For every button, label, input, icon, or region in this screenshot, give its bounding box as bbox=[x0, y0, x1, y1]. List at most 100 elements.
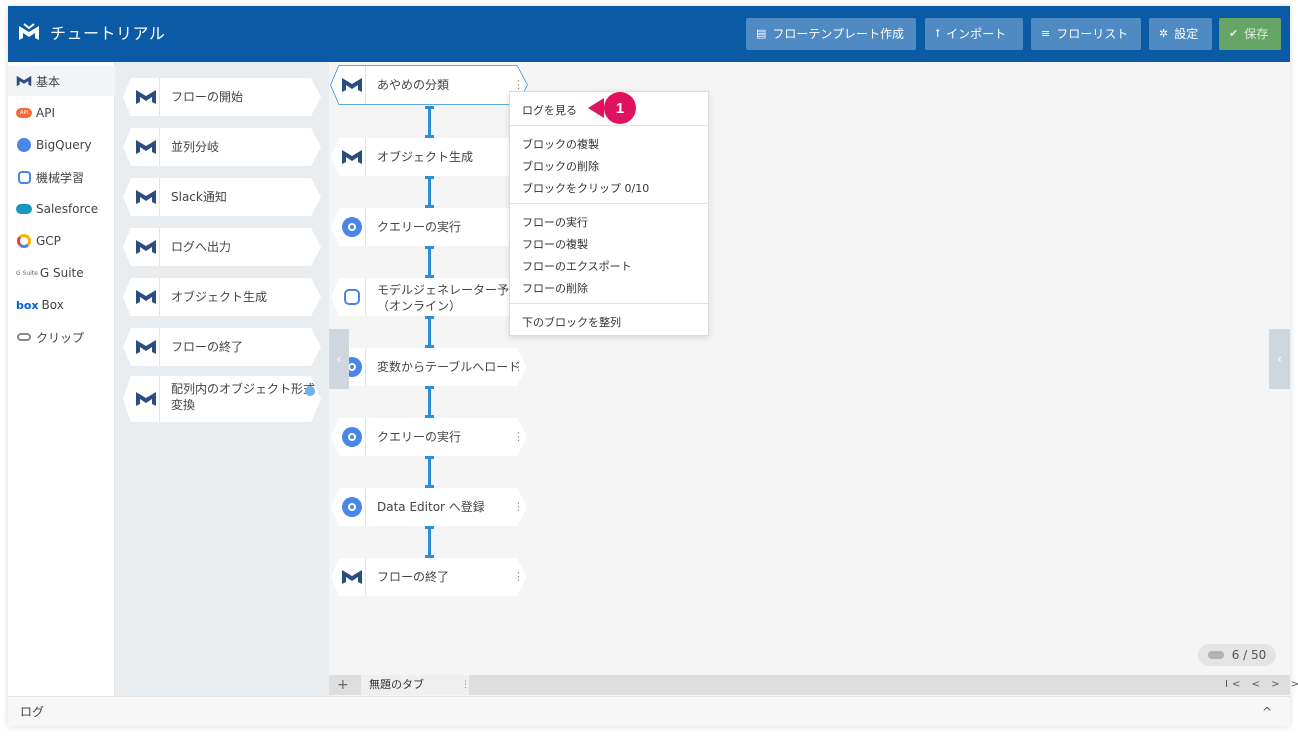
category-gcp[interactable]: GCP bbox=[8, 226, 115, 256]
menu-item-duplicate-block[interactable]: ブロックの複製 bbox=[522, 136, 599, 152]
category-basic[interactable]: 基本 bbox=[8, 66, 115, 96]
menu-item-duplicate-flow[interactable]: フローの複製 bbox=[522, 236, 588, 252]
flow-canvas: あやめの分類 ⋮ オブジェクト生成 ⋮ クエリーの実行 ⋮ モデルジェネレーター… bbox=[329, 62, 1290, 676]
tab-label: 無題のタブ bbox=[369, 678, 424, 691]
settings-button[interactable]: ✲ 設定 bbox=[1149, 18, 1212, 50]
flow-node-flow-end[interactable]: フローの終了 ⋮ bbox=[331, 558, 527, 596]
flow-node-query-run-2[interactable]: クエリーの実行 ⋮ bbox=[331, 418, 527, 456]
callout-marker-icon: 1 bbox=[588, 92, 636, 124]
api-cloud-icon: API bbox=[16, 105, 32, 121]
menu-item-clip-block[interactable]: ブロックをクリップ 0/10 bbox=[522, 180, 649, 196]
palette-block-flow-start[interactable]: フローの開始 bbox=[123, 78, 321, 116]
menu-item-delete-block[interactable]: ブロックの削除 bbox=[522, 158, 599, 174]
box-icon-text: box bbox=[16, 298, 39, 312]
flow-node-query-run[interactable]: クエリーの実行 ⋮ bbox=[331, 208, 527, 246]
logo-icon bbox=[342, 570, 362, 584]
logo-icon bbox=[342, 78, 362, 92]
save-button[interactable]: ✔ 保存 bbox=[1219, 18, 1281, 50]
callout-number: 1 bbox=[616, 100, 624, 117]
palette-block-label: 並列分岐 bbox=[171, 140, 220, 154]
app-title: チュートリアル bbox=[50, 24, 166, 43]
flow-list-label: フローリスト bbox=[1056, 27, 1129, 41]
flow-node-object-create[interactable]: オブジェクト生成 ⋮ bbox=[331, 138, 527, 176]
connector bbox=[425, 246, 434, 278]
document-icon: ▤ bbox=[756, 27, 767, 40]
chevron-up-icon[interactable]: ^ bbox=[1262, 697, 1272, 727]
node-menu-icon[interactable]: ⋮ bbox=[513, 418, 524, 456]
palette-block-log-output[interactable]: ログへ出力 bbox=[123, 228, 321, 266]
bigquery-icon bbox=[16, 137, 32, 153]
expand-right-panel-button[interactable]: ‹ bbox=[1269, 329, 1290, 389]
save-label: 保存 bbox=[1244, 27, 1269, 41]
log-panel-title: ログ bbox=[20, 705, 45, 719]
list-icon: ≡ bbox=[1041, 27, 1051, 40]
brain-icon bbox=[341, 287, 363, 307]
category-label: BigQuery bbox=[36, 138, 92, 152]
chevron-left-icon: ‹ bbox=[336, 352, 342, 366]
category-bigquery[interactable]: BigQuery bbox=[8, 130, 115, 160]
category-label: Salesforce bbox=[36, 202, 99, 216]
block-palette: フローの開始 並列分岐 Slack通知 ログへ出力 オブジェクト生成 フローの終… bbox=[115, 62, 329, 696]
create-template-button[interactable]: ▤ フローテンプレート作成 bbox=[746, 18, 916, 50]
gsuite-icon-text: G Suite bbox=[16, 269, 38, 277]
node-menu-icon[interactable]: ⋮ bbox=[513, 558, 524, 596]
logo-icon bbox=[136, 240, 156, 254]
flow-node-label: Data Editor へ登録 bbox=[377, 500, 485, 514]
logo-icon bbox=[19, 23, 39, 40]
check-circle-icon: ✔ bbox=[1229, 27, 1239, 40]
menu-item-export-flow[interactable]: フローのエクスポート bbox=[522, 258, 632, 274]
tab-untitled[interactable]: 無題のタブ ⋮ bbox=[361, 675, 470, 695]
connector bbox=[425, 176, 434, 208]
collapse-palette-button[interactable]: ‹ bbox=[329, 329, 349, 389]
app-header: チュートリアル ▤ フローテンプレート作成 ⭡ インポート ≡ フローリスト ✲… bbox=[8, 6, 1290, 62]
category-label: 機械学習 bbox=[36, 170, 85, 185]
palette-block-object-create[interactable]: オブジェクト生成 bbox=[123, 278, 321, 316]
flow-node-load-table[interactable]: 変数からテーブルへロード ⋮ bbox=[331, 348, 527, 386]
palette-block-slack[interactable]: Slack通知 bbox=[123, 178, 321, 216]
logo-icon bbox=[136, 90, 156, 104]
menu-item-align-below[interactable]: 下のブロックを整列 bbox=[522, 314, 621, 330]
logo-icon bbox=[342, 150, 362, 164]
palette-block-flow-end[interactable]: フローの終了 bbox=[123, 328, 321, 366]
logo-icon bbox=[136, 190, 156, 204]
tab-menu-icon[interactable]: ⋮ bbox=[461, 675, 470, 695]
menu-item-delete-flow[interactable]: フローの削除 bbox=[522, 280, 588, 296]
category-machine-learning[interactable]: 機械学習 bbox=[8, 162, 115, 192]
category-api[interactable]: API API bbox=[8, 98, 115, 128]
category-gsuite[interactable]: G Suite G Suite bbox=[8, 258, 115, 288]
node-menu-icon[interactable]: ⋮ bbox=[513, 488, 524, 526]
flow-node-data-editor[interactable]: Data Editor へ登録 ⋮ bbox=[331, 488, 527, 526]
category-box[interactable]: box Box bbox=[8, 290, 115, 320]
palette-block-parallel-branch[interactable]: 並列分岐 bbox=[123, 128, 321, 166]
menu-item-run-flow[interactable]: フローの実行 bbox=[522, 214, 588, 230]
logo-icon bbox=[136, 340, 156, 354]
logo-icon bbox=[136, 140, 156, 154]
gsuite-icon: G Suite bbox=[16, 265, 38, 281]
category-label: G Suite bbox=[39, 266, 84, 280]
flow-node-label: クエリーの実行 bbox=[377, 220, 462, 234]
add-tab-button[interactable]: + bbox=[337, 675, 349, 695]
flow-node-label: 変数からテーブルへロード bbox=[377, 360, 521, 374]
tab-navigation[interactable]: I< < > >I bbox=[1225, 675, 1298, 695]
counter-pill-icon bbox=[1207, 651, 1224, 659]
connector bbox=[425, 316, 434, 348]
bigquery-icon bbox=[341, 217, 363, 237]
category-salesforce[interactable]: Salesforce bbox=[8, 194, 115, 224]
palette-block-label: フローの終了 bbox=[171, 340, 244, 354]
info-badge-icon bbox=[305, 386, 315, 396]
palette-block-array-convert[interactable]: 配列内のオブジェクト形式 変換 bbox=[123, 376, 321, 422]
category-clip[interactable]: クリップ bbox=[8, 322, 115, 352]
import-button[interactable]: ⭡ インポート bbox=[925, 18, 1023, 50]
box-icon: box bbox=[16, 297, 39, 313]
flow-node-label: オブジェクト生成 bbox=[377, 150, 474, 164]
flow-node-iris-classification[interactable]: あやめの分類 ⋮ bbox=[331, 66, 527, 104]
palette-block-label: フローの開始 bbox=[171, 90, 244, 104]
flow-list-button[interactable]: ≡ フローリスト bbox=[1031, 18, 1141, 50]
menu-item-view-log[interactable]: ログを見る bbox=[522, 102, 577, 118]
category-label: GCP bbox=[36, 234, 61, 248]
category-sidebar: 基本 API API BigQuery 機械学習 Salesforce GCP … bbox=[8, 62, 115, 696]
node-menu-icon[interactable]: ⋮ bbox=[513, 348, 524, 386]
connector bbox=[425, 456, 434, 488]
flow-node-model-predict[interactable]: モデルジェネレーター予測 （オンライン） bbox=[331, 278, 527, 316]
flow-node-label: クエリーの実行 bbox=[377, 430, 462, 444]
